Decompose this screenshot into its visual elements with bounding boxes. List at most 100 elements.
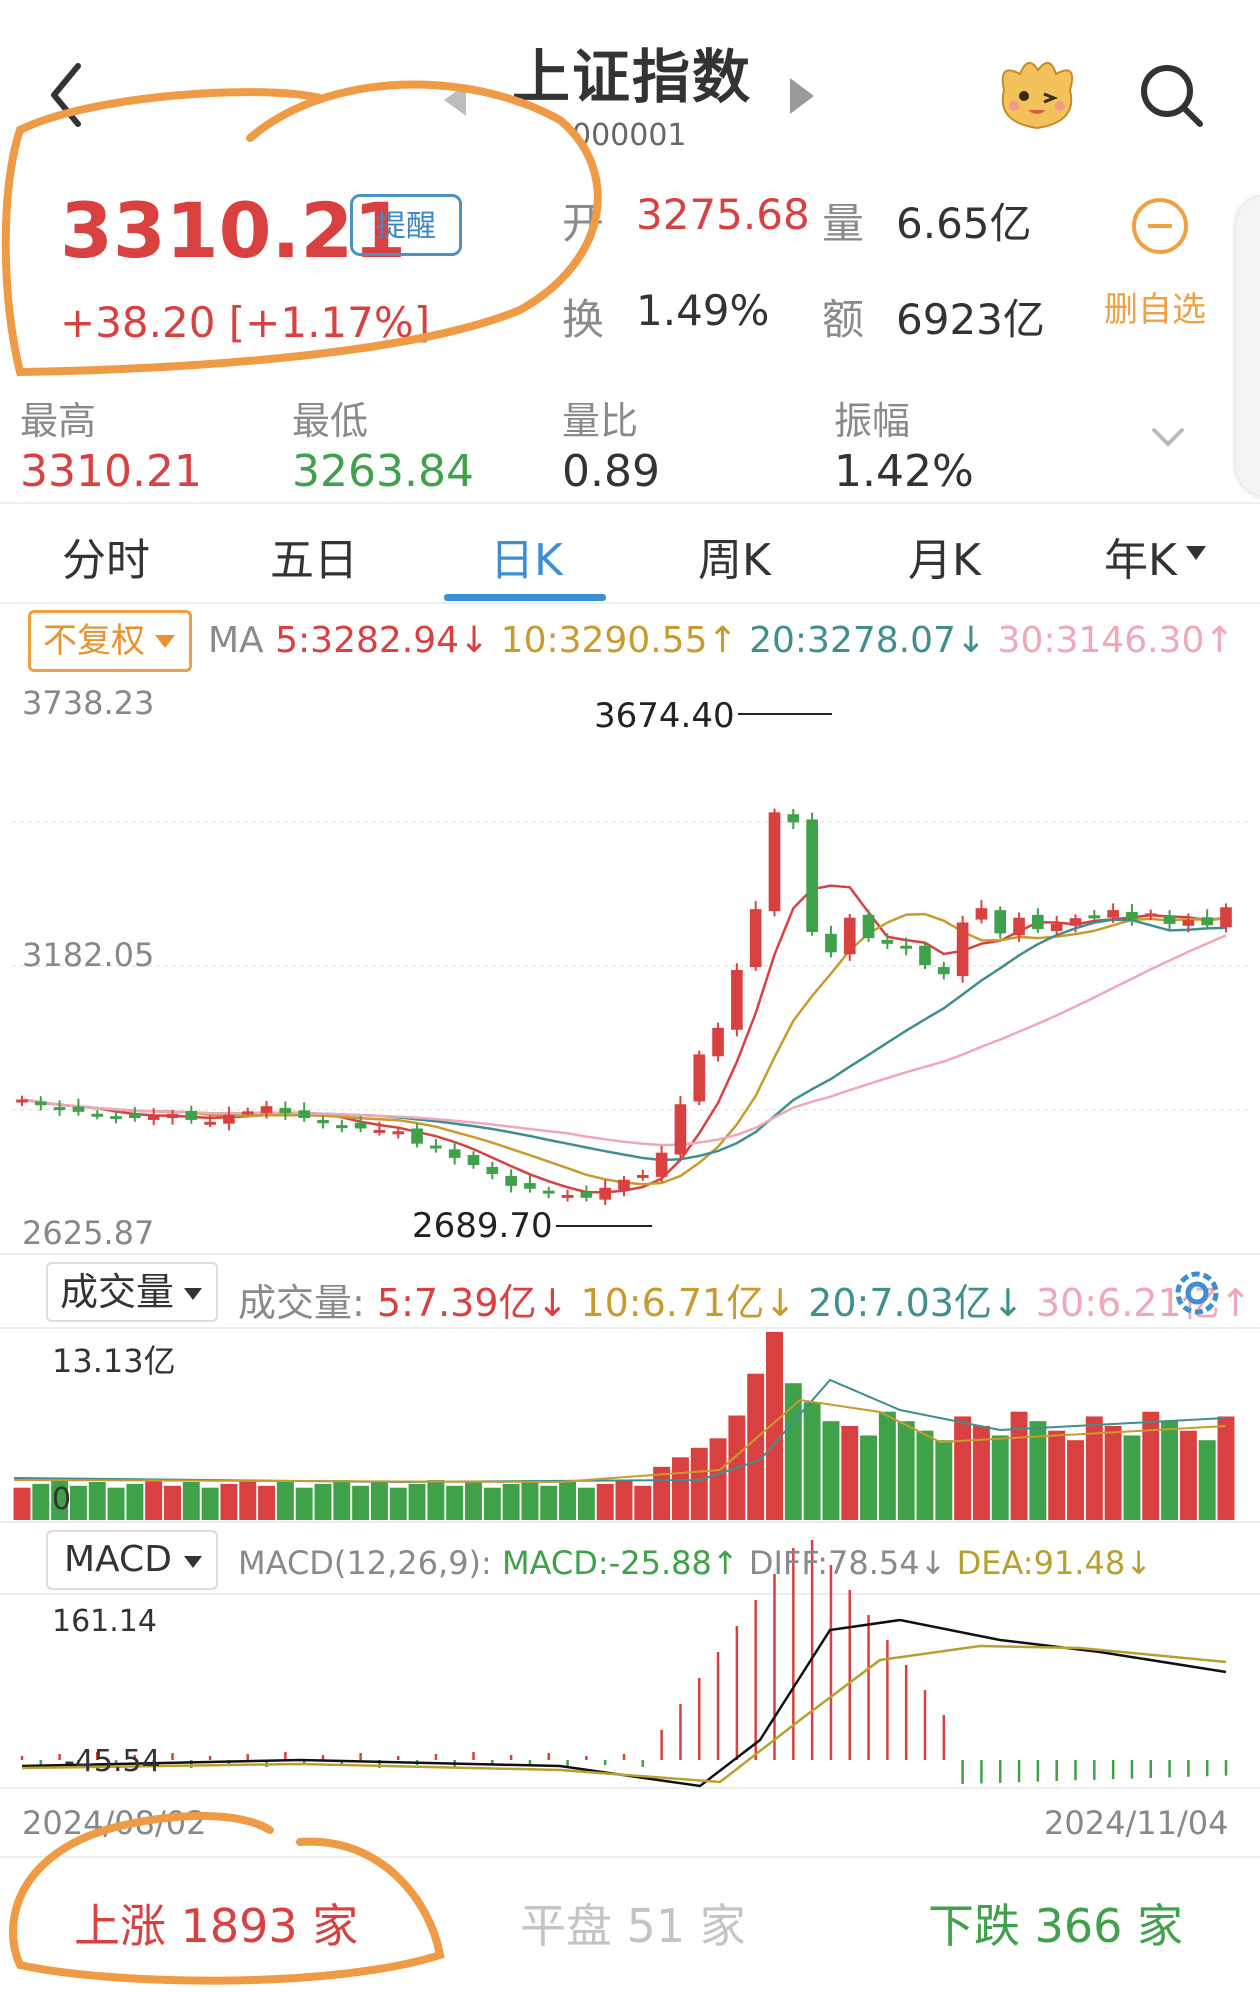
volume-bar — [333, 1480, 351, 1520]
ma20-line — [21, 918, 1227, 1162]
candle-body — [580, 1192, 593, 1198]
volume-bar — [747, 1373, 765, 1520]
candle-body — [354, 1122, 367, 1129]
price-axis-mid: 3182.05 — [22, 936, 155, 974]
ma5-line — [21, 884, 1227, 1194]
volume-bar — [822, 1421, 840, 1520]
volume-axis-max: 13.13亿 — [52, 1342, 176, 1380]
volume-bar — [634, 1485, 652, 1520]
volume-indicator-select[interactable]: 成交量 — [46, 1262, 218, 1322]
candle-body — [204, 1121, 216, 1125]
candle-body — [599, 1187, 612, 1200]
candle-body — [72, 1106, 85, 1112]
volume-bar — [559, 1482, 577, 1520]
candle-body — [223, 1114, 235, 1124]
candle-body — [787, 814, 800, 823]
volume-bar — [126, 1483, 144, 1520]
volume-bar — [258, 1485, 276, 1520]
candle-body — [693, 1054, 706, 1102]
candle-body — [956, 922, 969, 977]
volume-bar — [709, 1438, 727, 1520]
volume-bar — [502, 1483, 520, 1520]
volume-bar — [577, 1487, 595, 1520]
volume-bar — [370, 1482, 388, 1520]
volume-bar — [841, 1425, 859, 1520]
volume-bar — [446, 1485, 464, 1520]
candle-body — [881, 940, 894, 944]
candle-body — [919, 945, 931, 966]
volume-bar — [164, 1485, 181, 1520]
volume-bar — [954, 1416, 972, 1520]
candle-body — [975, 908, 988, 920]
volume-bar — [860, 1435, 878, 1520]
volume-bar — [1104, 1425, 1122, 1520]
volume-bar — [540, 1485, 558, 1520]
volume-bar — [182, 1482, 200, 1520]
volume-bar — [32, 1483, 50, 1520]
vol20-value: 20:7.03亿 — [808, 1281, 992, 1325]
candle-body — [1144, 913, 1157, 917]
candle-body — [1220, 907, 1232, 928]
candle-body — [768, 812, 781, 912]
candle-body — [430, 1145, 442, 1149]
candle-body — [655, 1152, 668, 1177]
candle-body — [1032, 914, 1044, 930]
candle-body — [129, 1113, 141, 1119]
volume-bar — [1085, 1416, 1103, 1520]
candle-body — [561, 1194, 574, 1198]
volume-legend: 成交量: 5:7.39亿↓ 10:6.71亿↓ 20:7.03亿↓ 30:6.2… — [238, 1272, 1252, 1327]
candle-body — [636, 1174, 649, 1178]
volume-bar — [13, 1487, 31, 1520]
candle-body — [147, 1116, 160, 1120]
candle-body — [505, 1175, 517, 1186]
candle-body — [298, 1110, 311, 1119]
volume-bar — [1067, 1440, 1084, 1520]
macd-dir: ↑ — [711, 1544, 739, 1582]
volume-bar — [521, 1480, 539, 1520]
gear-icon[interactable] — [1168, 1264, 1226, 1322]
volume-bar — [427, 1480, 445, 1520]
dea-value: DEA:91.48 — [956, 1544, 1126, 1582]
volume-bar — [145, 1480, 163, 1520]
candle-body — [411, 1128, 423, 1144]
volume-bar — [1048, 1430, 1066, 1520]
macd-axis-max: 161.14 — [52, 1604, 157, 1639]
candle-body — [1069, 918, 1082, 926]
candle-body — [843, 917, 856, 955]
candle-body — [1182, 920, 1195, 926]
divider — [0, 1856, 1260, 1858]
volume-bar — [784, 1383, 802, 1520]
volume-bar — [916, 1430, 934, 1520]
volume-bar — [201, 1487, 219, 1520]
candle-body — [900, 945, 913, 949]
volume-bar — [239, 1480, 257, 1520]
ma30-line — [21, 934, 1227, 1147]
volume-bar — [69, 1485, 87, 1520]
candle-body — [373, 1129, 386, 1133]
volume-bar — [276, 1482, 294, 1520]
candle-body — [806, 819, 818, 932]
volume-bar — [1161, 1421, 1179, 1520]
diff-line — [21, 1618, 1227, 1788]
macd-indicator-select[interactable]: MACD — [46, 1530, 218, 1590]
volume-bar — [465, 1482, 482, 1520]
price-axis-min: 2625.87 — [22, 1214, 155, 1252]
candle-body — [185, 1110, 198, 1120]
candle-body — [110, 1116, 122, 1120]
date-axis-start: 2024/08/02 — [22, 1804, 207, 1842]
candle-body — [618, 1179, 630, 1190]
candle-body — [674, 1104, 687, 1155]
volume-bar — [1142, 1411, 1160, 1520]
candle-body — [317, 1119, 329, 1124]
vol-prefix: 成交量: — [238, 1281, 365, 1325]
candle-body — [1163, 915, 1176, 924]
date-axis-end: 2024/11/04 — [1044, 1804, 1229, 1842]
candle-body — [1201, 917, 1214, 926]
candle-body — [1126, 912, 1138, 920]
candle-body — [712, 1027, 724, 1057]
kline-chart[interactable] — [0, 0, 1260, 1993]
volume-bar — [295, 1487, 313, 1520]
candle-body — [1050, 923, 1063, 931]
candle-body — [825, 933, 837, 953]
macd-params: MACD(12,26,9): — [238, 1544, 492, 1582]
